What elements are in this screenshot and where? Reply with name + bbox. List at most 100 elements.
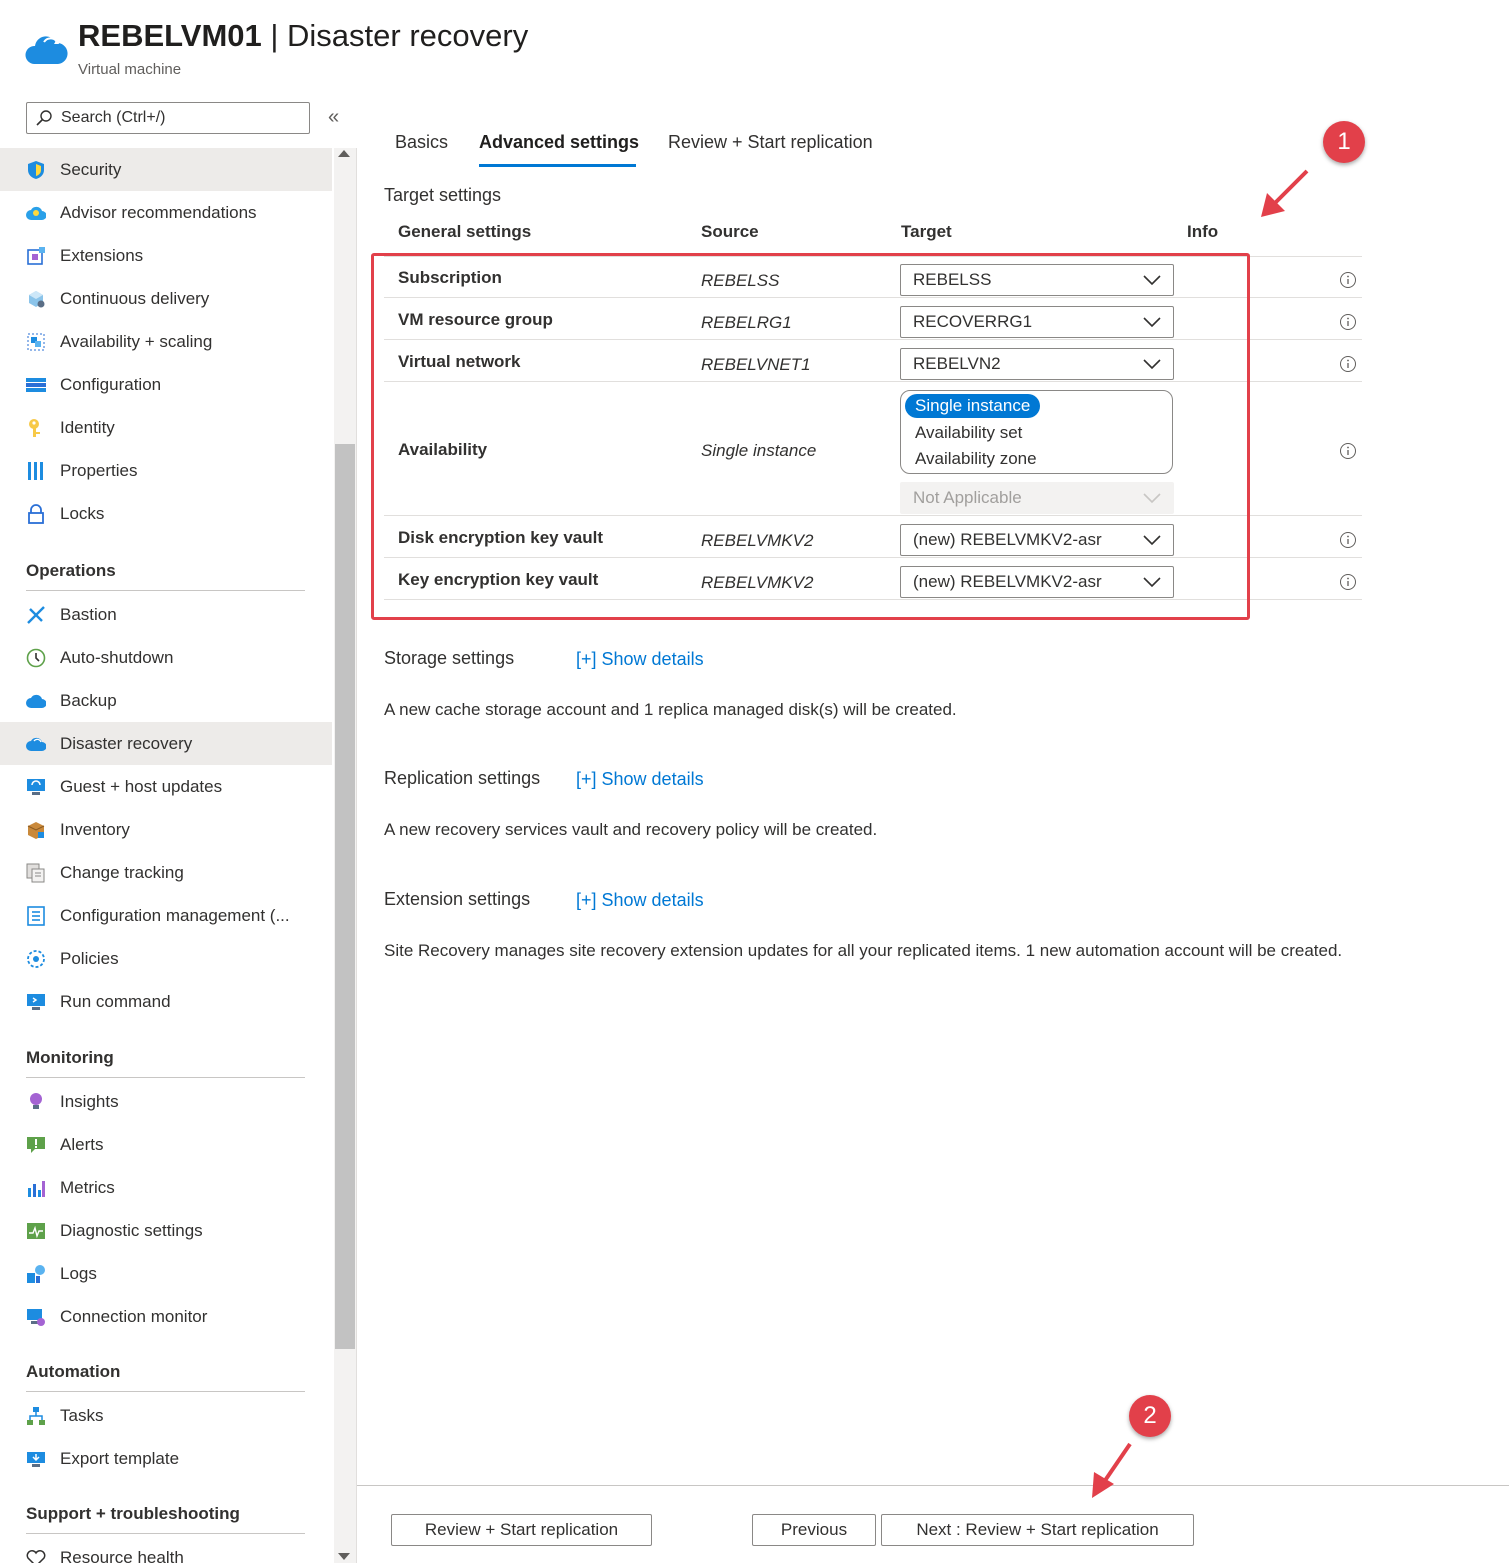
previous-button[interactable]: Previous	[752, 1514, 876, 1546]
footer-divider	[357, 1485, 1509, 1486]
sidebar-item-label: Auto-shutdown	[60, 647, 174, 667]
bastion-icon	[26, 605, 46, 625]
sidebar-item-label: Insights	[60, 1091, 119, 1111]
sidebar-item-connection-monitor[interactable]: Connection monitor	[0, 1295, 332, 1338]
disaster-recovery-cloud-icon	[26, 734, 46, 754]
sidebar-item-security[interactable]: Security	[0, 148, 332, 191]
sidebar-item-guest-host-updates[interactable]: Guest + host updates	[0, 765, 332, 808]
sidebar-item-change-tracking[interactable]: Change tracking	[0, 851, 332, 894]
heart-icon	[26, 1548, 46, 1563]
sidebar-item-label: Change tracking	[60, 862, 184, 882]
run-command-icon	[26, 992, 46, 1012]
sidebar-item-identity[interactable]: Identity	[0, 406, 332, 449]
identity-key-icon	[26, 418, 46, 438]
advisor-icon	[26, 203, 46, 223]
info-icon[interactable]	[1339, 355, 1357, 373]
title-separator: |	[261, 18, 288, 53]
sidebar-item-label: Continuous delivery	[60, 288, 210, 308]
sidebar-item-auto-shutdown[interactable]: Auto-shutdown	[0, 636, 332, 679]
replication-description: A new recovery services vault and recove…	[384, 820, 878, 839]
extension-show-details-link[interactable]: [+] Show details	[576, 890, 704, 911]
target-settings-title: Target settings	[384, 185, 502, 205]
storage-show-details-link[interactable]: [+] Show details	[576, 649, 704, 670]
clock-icon	[26, 648, 46, 668]
sidebar-search[interactable]	[26, 102, 310, 134]
sidebar-item-continuous-delivery[interactable]: Continuous delivery	[0, 277, 332, 320]
callout-arrow-icon	[1092, 1442, 1132, 1498]
continuous-delivery-icon	[26, 289, 46, 309]
sidebar-item-insights[interactable]: Insights	[0, 1080, 332, 1123]
column-info: Info	[1187, 222, 1219, 241]
search-input[interactable]	[61, 109, 301, 127]
scroll-down-arrow-icon[interactable]	[338, 1553, 350, 1560]
tab-review-start-replication[interactable]: Review + Start replication	[668, 132, 873, 153]
sidebar-item-export-template[interactable]: Export template	[0, 1437, 332, 1480]
replication-show-details-link[interactable]: [+] Show details	[576, 769, 704, 790]
collapse-sidebar-button[interactable]: «	[328, 106, 339, 129]
column-general-settings: General settings	[398, 222, 532, 241]
info-icon[interactable]	[1339, 531, 1357, 549]
sidebar-item-inventory[interactable]: Inventory	[0, 808, 332, 851]
policies-icon	[26, 949, 46, 969]
info-icon[interactable]	[1339, 313, 1357, 331]
shield-icon	[26, 160, 46, 180]
sidebar-item-configuration[interactable]: Configuration	[0, 363, 332, 406]
sidebar-item-disaster-recovery[interactable]: Disaster recovery	[0, 722, 332, 765]
configuration-icon	[26, 375, 46, 395]
scroll-thumb[interactable]	[335, 444, 355, 1349]
sidebar-item-resource-health[interactable]: Resource health	[0, 1536, 332, 1563]
info-icon[interactable]	[1339, 271, 1357, 289]
sidebar-item-configuration-management[interactable]: Configuration management (...	[0, 894, 332, 937]
tasks-icon	[26, 1406, 46, 1426]
sidebar-item-label: Tasks	[60, 1405, 104, 1425]
sidebar-item-policies[interactable]: Policies	[0, 937, 332, 980]
review-start-replication-button[interactable]: Review + Start replication	[391, 1514, 652, 1546]
extension-settings-title: Extension settings	[384, 889, 531, 909]
sidebar-item-alerts[interactable]: Alerts	[0, 1123, 332, 1166]
sidebar-item-label: Security	[60, 159, 122, 179]
updates-icon	[26, 777, 46, 797]
section-monitoring: Monitoring	[26, 1048, 305, 1078]
alerts-icon	[26, 1135, 46, 1155]
sidebar-item-bastion[interactable]: Bastion	[0, 593, 332, 636]
sidebar-item-advisor[interactable]: Advisor recommendations	[0, 191, 332, 234]
blade-name: Disaster recovery	[287, 18, 529, 53]
active-tab-indicator	[479, 164, 636, 167]
section-operations: Operations	[26, 561, 305, 591]
sidebar-item-extensions[interactable]: Extensions	[0, 234, 332, 277]
sidebar-item-label: Metrics	[60, 1177, 115, 1197]
sidebar-item-logs[interactable]: Logs	[0, 1252, 332, 1295]
scroll-up-arrow-icon[interactable]	[338, 150, 350, 157]
sidebar-item-label: Extensions	[60, 245, 144, 265]
tab-basics[interactable]: Basics	[395, 132, 448, 153]
metrics-chart-icon	[26, 1178, 46, 1198]
sidebar-item-availability-scaling[interactable]: Availability + scaling	[0, 320, 332, 363]
properties-icon	[26, 461, 46, 481]
section-support-troubleshooting: Support + troubleshooting	[26, 1504, 305, 1534]
callout-badge-1: 1	[1323, 121, 1365, 163]
sidebar-item-locks[interactable]: Locks	[0, 492, 332, 535]
info-icon[interactable]	[1339, 573, 1357, 591]
tab-advanced-settings[interactable]: Advanced settings	[479, 132, 639, 153]
sidebar-item-label: Bastion	[60, 604, 117, 624]
highlight-box	[371, 253, 1250, 620]
sidebar-item-properties[interactable]: Properties	[0, 449, 332, 492]
sidebar-item-label: Availability + scaling	[60, 331, 213, 351]
info-icon[interactable]	[1339, 442, 1357, 460]
sidebar-item-diagnostic-settings[interactable]: Diagnostic settings	[0, 1209, 332, 1252]
sidebar-item-label: Advisor recommendations	[60, 202, 257, 222]
sidebar-item-tasks[interactable]: Tasks	[0, 1394, 332, 1437]
sidebar-item-run-command[interactable]: Run command	[0, 980, 332, 1023]
extensions-icon	[26, 246, 46, 266]
callout-arrow-icon	[1261, 169, 1309, 217]
sidebar-scrollbar[interactable]	[334, 148, 356, 1563]
sidebar-item-metrics[interactable]: Metrics	[0, 1166, 332, 1209]
storage-settings-title: Storage settings	[384, 648, 515, 668]
sidebar-item-label: Diagnostic settings	[60, 1220, 203, 1240]
sidebar-item-backup[interactable]: Backup	[0, 679, 332, 722]
inventory-box-icon	[26, 820, 46, 840]
sidebar-item-label: Logs	[60, 1263, 97, 1283]
next-review-start-replication-button[interactable]: Next : Review + Start replication	[881, 1514, 1194, 1546]
resource-name: REBELVM01	[78, 18, 262, 53]
storage-description: A new cache storage account and 1 replic…	[384, 700, 957, 719]
